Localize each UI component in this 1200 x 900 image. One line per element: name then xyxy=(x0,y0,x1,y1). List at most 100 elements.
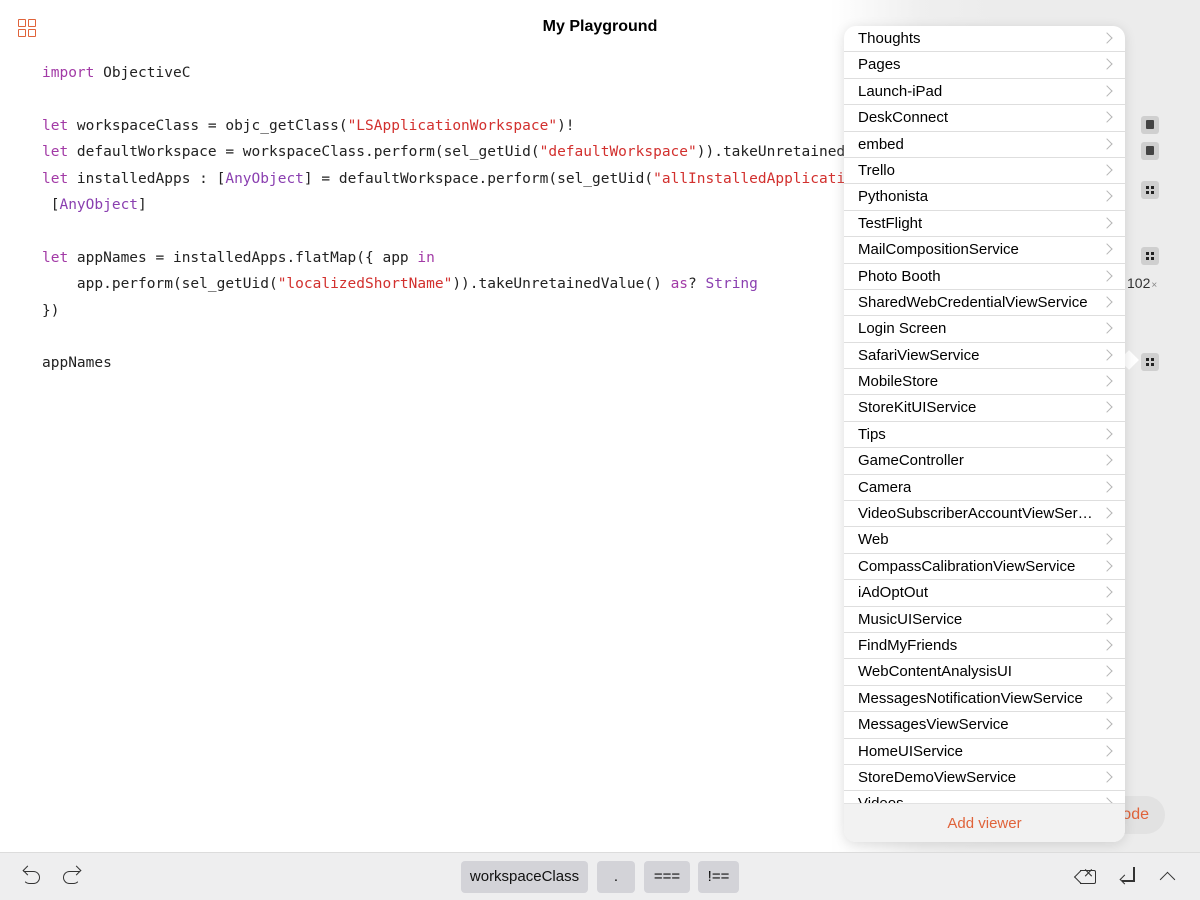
code-token: defaultWorkspace = workspaceClass.perfor… xyxy=(68,144,540,161)
code-token: let xyxy=(42,170,69,187)
return-icon[interactable] xyxy=(1118,867,1142,889)
code-token: appNames = installedApps.flatMap({ app xyxy=(68,249,418,266)
undo-icon[interactable] xyxy=(20,865,44,889)
chevron-right-icon xyxy=(1101,560,1113,572)
chevron-right-icon xyxy=(1101,533,1113,546)
cube-icon[interactable] xyxy=(1141,142,1159,160)
chevron-up-icon[interactable] xyxy=(1157,867,1181,889)
viewer-list-label: StoreKitUIService xyxy=(858,399,977,417)
viewer-list-item[interactable]: TestFlight xyxy=(844,211,1125,238)
viewer-list-label: DeskConnect xyxy=(858,109,949,127)
chevron-right-icon xyxy=(1101,507,1113,519)
add-viewer-button[interactable]: Add viewer xyxy=(844,803,1125,842)
code-line[interactable] xyxy=(42,324,854,350)
viewer-list-item[interactable]: StoreDemoViewService xyxy=(844,765,1125,792)
chevron-right-icon xyxy=(1101,639,1113,651)
code-token: ObjectiveC xyxy=(94,65,191,81)
chevron-right-icon xyxy=(1101,137,1113,150)
chevron-right-icon xyxy=(1101,480,1113,493)
code-line[interactable]: appNames xyxy=(42,350,854,376)
viewer-list-item[interactable]: Pages xyxy=(844,52,1125,79)
viewer-list-item[interactable]: Camera xyxy=(844,475,1125,502)
code-token: in xyxy=(417,249,435,266)
code-line[interactable]: let installedApps : [AnyObject] = defaul… xyxy=(42,166,854,192)
viewer-list-item[interactable]: MobileStore xyxy=(844,369,1125,396)
code-line[interactable] xyxy=(42,86,854,112)
chevron-right-icon xyxy=(1101,217,1113,229)
code-token: "LSApplicationWorkspace" xyxy=(347,117,558,134)
code-line[interactable]: [AnyObject] xyxy=(42,192,854,218)
viewer-list-item[interactable]: Pythonista xyxy=(844,184,1125,211)
code-line[interactable] xyxy=(42,218,854,244)
viewer-list-item[interactable]: Trello xyxy=(844,158,1125,185)
code-token: let xyxy=(42,117,69,134)
viewer-list-item[interactable]: Login Screen xyxy=(844,316,1125,343)
viewer-list-item[interactable]: Tips xyxy=(844,422,1125,449)
viewer-list-item[interactable]: MessagesNotificationViewService xyxy=(844,686,1125,713)
code-line[interactable]: import ObjectiveC xyxy=(42,60,854,86)
viewer-list-item[interactable]: GameController xyxy=(844,448,1125,475)
viewer-list-label: Launch-iPad xyxy=(858,82,943,100)
grid-result-icon[interactable] xyxy=(1141,247,1159,265)
code-token: let xyxy=(42,144,69,161)
viewer-list-item[interactable]: MailCompositionService xyxy=(844,237,1125,264)
code-line[interactable]: let defaultWorkspace = workspaceClass.pe… xyxy=(42,139,854,165)
viewer-list-item[interactable]: embed xyxy=(844,132,1125,158)
viewer-list-item[interactable]: VideoSubscriberAccountViewService xyxy=(844,501,1125,528)
result-count: 102× xyxy=(1127,275,1158,291)
chevron-right-icon xyxy=(1101,692,1113,704)
viewer-list-item[interactable]: DeskConnect xyxy=(844,105,1125,132)
viewer-list-label: StoreDemoViewService xyxy=(858,768,1017,786)
viewer-list-item[interactable]: Videos xyxy=(844,791,1125,803)
redo-icon[interactable] xyxy=(60,865,84,889)
chevron-right-icon xyxy=(1101,296,1113,308)
viewer-list[interactable]: Thoughts Pages Launch-iPad DeskConnect embed… xyxy=(844,26,1125,803)
viewer-list-item[interactable]: Photo Booth xyxy=(844,264,1125,290)
code-token: app.perform(sel_getUid( xyxy=(42,276,278,293)
code-token: ] xyxy=(138,196,147,213)
key-not-identical[interactable]: !== xyxy=(698,861,739,893)
grid-result-icon[interactable] xyxy=(1141,353,1159,371)
code-line[interactable]: let workspaceClass = objc_getClass("LSAp… xyxy=(42,113,854,139)
viewer-list-item[interactable]: SafariViewService xyxy=(844,343,1125,370)
viewer-list-item[interactable]: Launch-iPad xyxy=(844,79,1125,106)
viewer-list-label: MailCompositionService xyxy=(858,241,1019,259)
viewer-list-item[interactable]: HomeUIService xyxy=(844,739,1125,765)
viewer-list-item[interactable]: MessagesViewService xyxy=(844,712,1125,739)
viewer-list-label: embed xyxy=(858,135,904,153)
chevron-right-icon xyxy=(1101,612,1113,625)
viewer-list-item[interactable]: MusicUIService xyxy=(844,607,1125,633)
viewer-list-item[interactable]: iAdOptOut xyxy=(844,580,1125,607)
viewer-list-item[interactable]: Web xyxy=(844,527,1125,554)
code-line[interactable]: let appNames = installedApps.flatMap({ a… xyxy=(42,245,854,271)
cube-icon[interactable] xyxy=(1141,116,1159,134)
code-token: workspaceClass = objc_getClass( xyxy=(68,117,348,134)
viewer-list-label: Login Screen xyxy=(858,320,947,338)
viewer-list-label: SafariViewService xyxy=(858,346,980,364)
code-line[interactable]: }) xyxy=(42,298,854,324)
viewer-list-label: Pages xyxy=(858,56,901,74)
chevron-right-icon xyxy=(1101,771,1113,783)
chevron-right-icon xyxy=(1101,190,1113,203)
viewer-list-item[interactable]: CompassCalibrationViewService xyxy=(844,554,1125,581)
delete-icon[interactable]: × xyxy=(1073,866,1098,886)
key-suggestion[interactable]: workspaceClass xyxy=(461,861,588,893)
key-identical[interactable]: === xyxy=(644,861,690,893)
chevron-right-icon xyxy=(1101,454,1113,466)
viewer-list-item[interactable]: FindMyFriends xyxy=(844,633,1125,660)
viewer-list-item[interactable]: SharedWebCredentialViewService xyxy=(844,290,1125,317)
viewer-list-label: MessagesNotificationViewService xyxy=(858,689,1083,707)
viewer-list-label: CompassCalibrationViewService xyxy=(858,557,1076,575)
viewer-list-label: Camera xyxy=(858,478,912,496)
viewer-list-item[interactable]: WebContentAnalysisUI xyxy=(844,659,1125,686)
grid-result-icon[interactable] xyxy=(1141,181,1159,199)
code-editor[interactable]: import ObjectiveC let workspaceClass = ob… xyxy=(42,60,854,377)
viewer-list-label: Pythonista xyxy=(858,188,929,206)
viewer-list-label: Web xyxy=(858,531,889,549)
viewer-list-item[interactable]: StoreKitUIService xyxy=(844,395,1125,422)
key-dot[interactable]: . xyxy=(597,861,635,893)
code-line[interactable]: app.perform(sel_getUid("localizedShortNa… xyxy=(42,271,854,297)
viewer-list-item[interactable]: Thoughts xyxy=(844,26,1125,53)
code-token: "localizedShortName" xyxy=(277,276,453,293)
code-token: [ xyxy=(42,196,60,213)
